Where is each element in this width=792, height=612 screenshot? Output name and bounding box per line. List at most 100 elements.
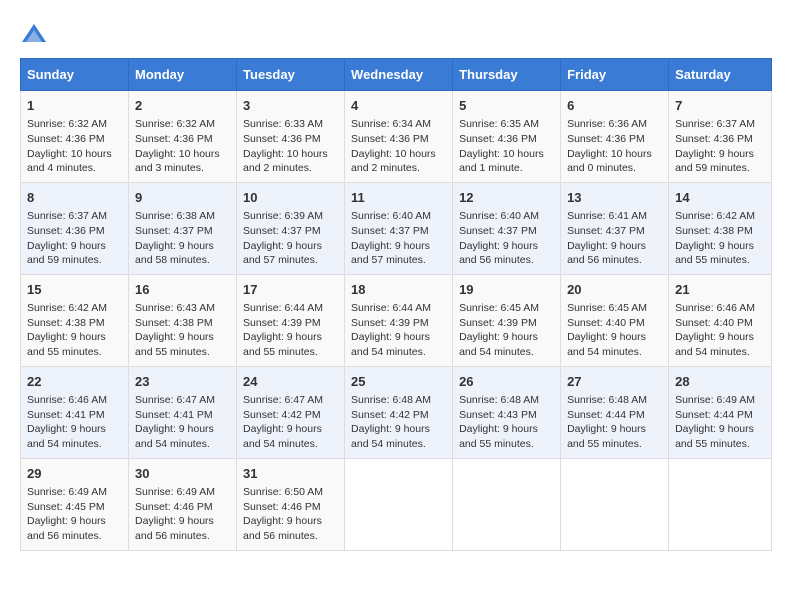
day-number: 27 [567,373,662,391]
column-header-monday: Monday [129,59,237,91]
day-info: Sunrise: 6:38 AM Sunset: 4:37 PM Dayligh… [135,209,230,268]
day-number: 12 [459,189,554,207]
day-info: Sunrise: 6:35 AM Sunset: 4:36 PM Dayligh… [459,117,554,176]
day-number: 31 [243,465,338,483]
calendar-day-cell: 6 Sunrise: 6:36 AM Sunset: 4:36 PM Daylig… [561,91,669,183]
calendar-day-cell: 24 Sunrise: 6:47 AM Sunset: 4:42 PM Dayli… [237,366,345,458]
day-info: Sunrise: 6:49 AM Sunset: 4:46 PM Dayligh… [135,485,230,544]
calendar-day-cell: 22 Sunrise: 6:46 AM Sunset: 4:41 PM Dayli… [21,366,129,458]
day-info: Sunrise: 6:42 AM Sunset: 4:38 PM Dayligh… [27,301,122,360]
calendar-day-cell: 14Sunrise: 6:42 AM Sunset: 4:38 PM Dayli… [669,182,772,274]
calendar-day-cell: 8 Sunrise: 6:37 AM Sunset: 4:36 PM Daylig… [21,182,129,274]
calendar-day-cell: 21Sunrise: 6:46 AM Sunset: 4:40 PM Dayli… [669,274,772,366]
day-number: 26 [459,373,554,391]
day-info: Sunrise: 6:48 AM Sunset: 4:44 PM Dayligh… [567,393,662,452]
day-number: 24 [243,373,338,391]
calendar-day-cell: 2Sunrise: 6:32 AM Sunset: 4:36 PM Daylig… [129,91,237,183]
day-info: Sunrise: 6:32 AM Sunset: 4:36 PM Dayligh… [27,117,122,176]
day-number: 2 [135,97,230,115]
calendar-day-cell: 11Sunrise: 6:40 AM Sunset: 4:37 PM Dayli… [345,182,453,274]
day-number: 25 [351,373,446,391]
day-info: Sunrise: 6:49 AM Sunset: 4:45 PM Dayligh… [27,485,122,544]
day-info: Sunrise: 6:37 AM Sunset: 4:36 PM Dayligh… [27,209,122,268]
day-number: 19 [459,281,554,299]
calendar-day-cell: 1 Sunrise: 6:32 AM Sunset: 4:36 PM Daylig… [21,91,129,183]
empty-cell [669,458,772,550]
day-number: 21 [675,281,765,299]
calendar-day-cell: 4 Sunrise: 6:34 AM Sunset: 4:36 PM Daylig… [345,91,453,183]
day-info: Sunrise: 6:46 AM Sunset: 4:41 PM Dayligh… [27,393,122,452]
column-header-sunday: Sunday [21,59,129,91]
calendar-day-cell: 7 Sunrise: 6:37 AM Sunset: 4:36 PM Daylig… [669,91,772,183]
calendar-day-cell: 3 Sunrise: 6:33 AM Sunset: 4:36 PM Daylig… [237,91,345,183]
day-info: Sunrise: 6:42 AM Sunset: 4:38 PM Dayligh… [675,209,765,268]
day-info: Sunrise: 6:47 AM Sunset: 4:42 PM Dayligh… [243,393,338,452]
calendar-day-cell: 9 Sunrise: 6:38 AM Sunset: 4:37 PM Daylig… [129,182,237,274]
day-number: 30 [135,465,230,483]
day-info: Sunrise: 6:47 AM Sunset: 4:41 PM Dayligh… [135,393,230,452]
calendar-day-cell: 19 Sunrise: 6:45 AM Sunset: 4:39 PM Dayli… [453,274,561,366]
logo [20,20,52,48]
calendar-week-row: 29Sunrise: 6:49 AM Sunset: 4:45 PM Dayli… [21,458,772,550]
calendar-day-cell: 23 Sunrise: 6:47 AM Sunset: 4:41 PM Dayli… [129,366,237,458]
calendar-day-cell: 29Sunrise: 6:49 AM Sunset: 4:45 PM Dayli… [21,458,129,550]
calendar-day-cell: 17 Sunrise: 6:44 AM Sunset: 4:39 PM Dayli… [237,274,345,366]
day-info: Sunrise: 6:44 AM Sunset: 4:39 PM Dayligh… [243,301,338,360]
calendar-day-cell: 13 Sunrise: 6:41 AM Sunset: 4:37 PM Dayli… [561,182,669,274]
day-number: 5 [459,97,554,115]
day-number: 17 [243,281,338,299]
day-info: Sunrise: 6:44 AM Sunset: 4:39 PM Dayligh… [351,301,446,360]
day-info: Sunrise: 6:48 AM Sunset: 4:43 PM Dayligh… [459,393,554,452]
empty-cell [561,458,669,550]
calendar-week-row: 1 Sunrise: 6:32 AM Sunset: 4:36 PM Daylig… [21,91,772,183]
calendar-day-cell: 26 Sunrise: 6:48 AM Sunset: 4:43 PM Dayli… [453,366,561,458]
day-info: Sunrise: 6:50 AM Sunset: 4:46 PM Dayligh… [243,485,338,544]
logo-icon [20,20,48,48]
calendar-day-cell: 28 Sunrise: 6:49 AM Sunset: 4:44 PM Dayli… [669,366,772,458]
page-header [20,20,772,48]
day-number: 4 [351,97,446,115]
day-number: 7 [675,97,765,115]
day-number: 13 [567,189,662,207]
day-number: 28 [675,373,765,391]
calendar-table: SundayMondayTuesdayWednesdayThursdayFrid… [20,58,772,551]
day-info: Sunrise: 6:45 AM Sunset: 4:39 PM Dayligh… [459,301,554,360]
day-info: Sunrise: 6:40 AM Sunset: 4:37 PM Dayligh… [459,209,554,268]
day-number: 3 [243,97,338,115]
calendar-week-row: 8 Sunrise: 6:37 AM Sunset: 4:36 PM Daylig… [21,182,772,274]
day-info: Sunrise: 6:37 AM Sunset: 4:36 PM Dayligh… [675,117,765,176]
day-info: Sunrise: 6:33 AM Sunset: 4:36 PM Dayligh… [243,117,338,176]
calendar-day-cell: 30 Sunrise: 6:49 AM Sunset: 4:46 PM Dayli… [129,458,237,550]
column-header-tuesday: Tuesday [237,59,345,91]
day-number: 22 [27,373,122,391]
day-number: 16 [135,281,230,299]
day-info: Sunrise: 6:41 AM Sunset: 4:37 PM Dayligh… [567,209,662,268]
calendar-day-cell: 12 Sunrise: 6:40 AM Sunset: 4:37 PM Dayli… [453,182,561,274]
day-info: Sunrise: 6:49 AM Sunset: 4:44 PM Dayligh… [675,393,765,452]
calendar-day-cell: 15Sunrise: 6:42 AM Sunset: 4:38 PM Dayli… [21,274,129,366]
empty-cell [345,458,453,550]
calendar-week-row: 22 Sunrise: 6:46 AM Sunset: 4:41 PM Dayli… [21,366,772,458]
day-number: 23 [135,373,230,391]
empty-cell [453,458,561,550]
day-info: Sunrise: 6:34 AM Sunset: 4:36 PM Dayligh… [351,117,446,176]
calendar-day-cell: 27 Sunrise: 6:48 AM Sunset: 4:44 PM Dayli… [561,366,669,458]
day-number: 8 [27,189,122,207]
day-info: Sunrise: 6:48 AM Sunset: 4:42 PM Dayligh… [351,393,446,452]
day-number: 9 [135,189,230,207]
day-info: Sunrise: 6:36 AM Sunset: 4:36 PM Dayligh… [567,117,662,176]
column-header-friday: Friday [561,59,669,91]
calendar-day-cell: 25 Sunrise: 6:48 AM Sunset: 4:42 PM Dayli… [345,366,453,458]
calendar-header-row: SundayMondayTuesdayWednesdayThursdayFrid… [21,59,772,91]
day-info: Sunrise: 6:43 AM Sunset: 4:38 PM Dayligh… [135,301,230,360]
calendar-day-cell: 5 Sunrise: 6:35 AM Sunset: 4:36 PM Daylig… [453,91,561,183]
calendar-day-cell: 20Sunrise: 6:45 AM Sunset: 4:40 PM Dayli… [561,274,669,366]
column-header-saturday: Saturday [669,59,772,91]
day-number: 1 [27,97,122,115]
day-number: 18 [351,281,446,299]
column-header-thursday: Thursday [453,59,561,91]
calendar-day-cell: 16 Sunrise: 6:43 AM Sunset: 4:38 PM Dayli… [129,274,237,366]
calendar-week-row: 15Sunrise: 6:42 AM Sunset: 4:38 PM Dayli… [21,274,772,366]
calendar-day-cell: 31 Sunrise: 6:50 AM Sunset: 4:46 PM Dayli… [237,458,345,550]
day-number: 6 [567,97,662,115]
